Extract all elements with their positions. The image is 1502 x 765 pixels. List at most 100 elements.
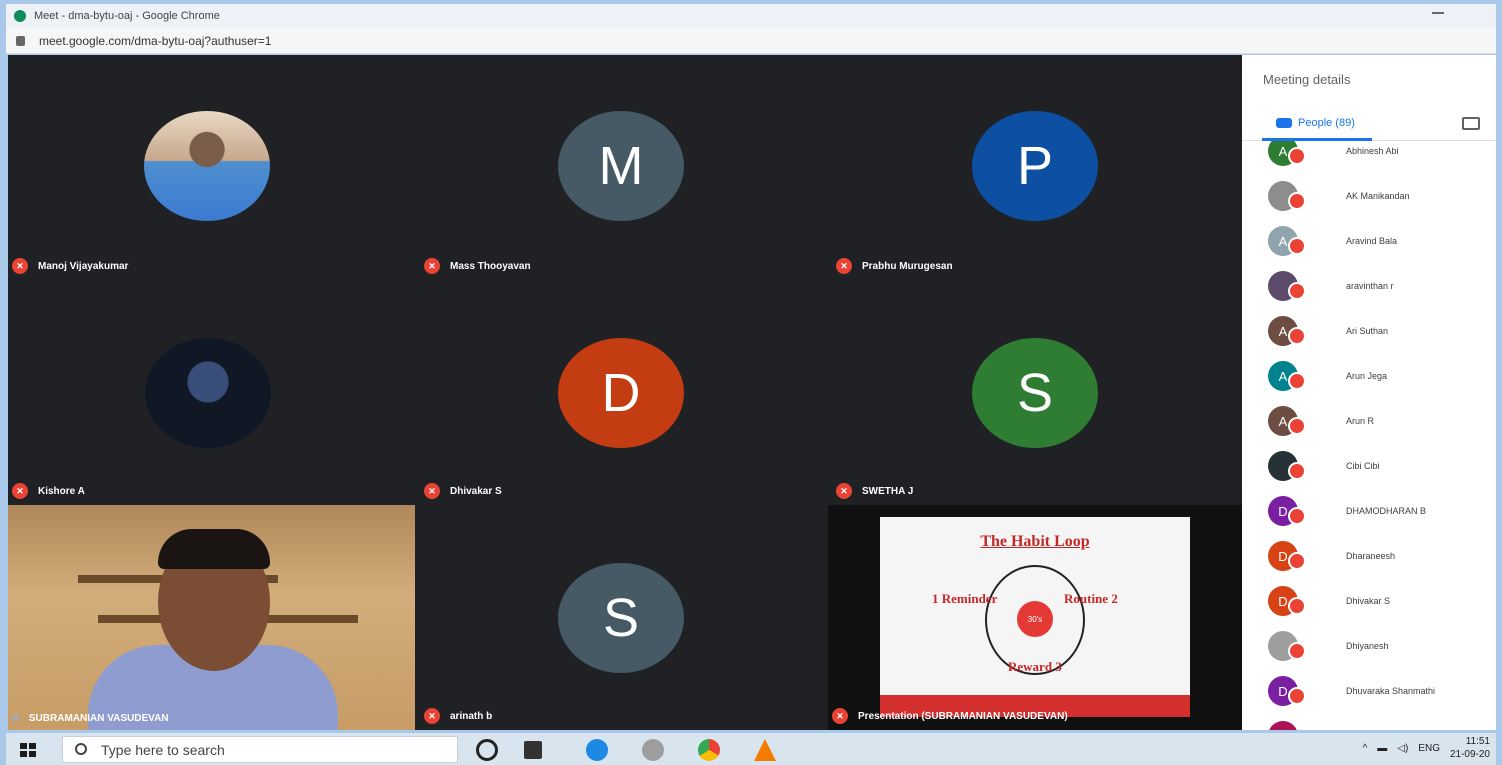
mic-off-icon: ✕ (836, 483, 852, 499)
mic-off-icon (1288, 462, 1306, 480)
tab-people[interactable]: People (89) (1276, 117, 1355, 129)
slide-title: The Habit Loop (980, 533, 1090, 550)
language-indicator[interactable]: ENG (1418, 743, 1440, 754)
participant-name: ✕ Prabhu Murugesan (836, 258, 953, 274)
panel-tabs: People (89) (1242, 113, 1496, 141)
participant-name: ıl· SUBRAMANIAN VASUDEVAN (12, 713, 169, 724)
slide-label-reminder: 1 Reminder (932, 591, 998, 606)
meet-favicon-icon (14, 10, 26, 22)
list-item[interactable]: A Arun Jega (1268, 358, 1488, 394)
taskbar-search-input[interactable]: Type here to search (62, 736, 458, 763)
mic-off-icon (1288, 552, 1306, 570)
list-item[interactable]: A Abhinesh Abi (1268, 141, 1488, 169)
mic-off-icon (1288, 327, 1306, 345)
volume-icon[interactable]: ◁) (1397, 743, 1408, 754)
mic-off-icon (1288, 507, 1306, 525)
mic-off-icon: ✕ (836, 258, 852, 274)
mic-off-icon (1288, 417, 1306, 435)
participant-name: ✕ SWETHA J (836, 483, 913, 499)
window-title: Meet - dma-bytu-oaj - Google Chrome (34, 10, 220, 22)
participant-name: AK Manikandan (1346, 191, 1410, 201)
participant-name: Dhuvaraka Shanmathi (1346, 686, 1436, 696)
windows-start-icon[interactable] (20, 743, 36, 757)
mic-off-icon (1288, 687, 1306, 705)
participant-name: ✕ Presentation (SUBRAMANIAN VASUDEVAN) (832, 708, 1068, 724)
participant-tile[interactable]: S ✕ arinath b (420, 505, 830, 730)
list-item[interactable]: D Dharaneesh (1268, 538, 1488, 574)
list-item[interactable]: Dhiyanesh (1268, 628, 1488, 664)
mic-off-icon (1288, 372, 1306, 390)
participant-name: ✕ arinath b (424, 708, 492, 724)
mic-off-icon (1288, 642, 1306, 660)
mic-off-icon (1288, 147, 1306, 165)
participant-name: ✕ Mass Thooyavan (424, 258, 531, 274)
people-list: A Abhinesh Abi AK Manikandan A Aravind Bala a… (1242, 141, 1496, 730)
avatar: S (972, 338, 1098, 448)
mic-off-icon: ✕ (12, 258, 28, 274)
list-item[interactable]: A Aravind Bala (1268, 223, 1488, 259)
participant-tile[interactable]: ✕ Kishore A (8, 280, 418, 505)
windows-taskbar: Type here to search ^ ▬ ◁) ENG 11:51 21-… (6, 733, 1496, 765)
cortana-icon[interactable] (476, 739, 498, 761)
vlc-icon[interactable] (754, 739, 776, 761)
minimize-button[interactable] (1432, 12, 1444, 14)
avatar: P (972, 111, 1098, 221)
list-item[interactable]: A Ari Suthan (1268, 313, 1488, 349)
participant-name: Dharaneesh (1346, 551, 1396, 561)
participant-tile[interactable]: S ✕ SWETHA J (832, 280, 1242, 505)
participant-tile[interactable]: D ✕ Dhivakar S (420, 280, 830, 505)
people-icon (1276, 118, 1292, 128)
list-item[interactable] (1268, 718, 1488, 730)
speaking-indicator-icon: ıl· (12, 713, 21, 724)
mic-off-icon: ✕ (832, 708, 848, 724)
app-icon[interactable] (642, 739, 664, 761)
list-item[interactable]: D Dhivakar S (1268, 583, 1488, 619)
participant-video-tile[interactable]: ıl· SUBRAMANIAN VASUDEVAN (8, 505, 415, 730)
edge-icon[interactable] (586, 739, 608, 761)
mic-off-icon: ✕ (12, 483, 28, 499)
avatar: D (558, 338, 684, 448)
list-item[interactable]: AK Manikandan (1268, 178, 1488, 214)
meet-video-grid: ✕ Manoj Vijayakumar M ✕ Mass Thooyavan P ✕… (8, 55, 1242, 730)
chat-icon[interactable] (1462, 117, 1480, 130)
mic-off-icon (1288, 237, 1306, 255)
participant-name: ✕ Manoj Vijayakumar (12, 258, 128, 274)
url-text[interactable]: meet.google.com/dma-bytu-oaj?authuser=1 (39, 34, 271, 48)
slide-label-reward: Reward 3 (1008, 659, 1062, 674)
participant-tile[interactable]: M ✕ Mass Thooyavan (420, 55, 830, 280)
mic-off-icon (1288, 192, 1306, 210)
system-tray: ^ ▬ ◁) ENG 11:51 21-09-20 (1363, 735, 1490, 761)
clock[interactable]: 11:51 21-09-20 (1450, 735, 1490, 761)
task-view-icon[interactable] (524, 741, 542, 759)
list-item[interactable]: D DHAMODHARAN B (1268, 493, 1488, 529)
list-item[interactable]: D Dhuvaraka Shanmathi (1268, 673, 1488, 709)
avatar (144, 111, 270, 221)
list-item[interactable]: Cibi Cibi (1268, 448, 1488, 484)
meeting-details-panel: Meeting details People (89) A Abhinesh Ab… (1242, 55, 1496, 730)
list-item[interactable]: A Arun R (1268, 403, 1488, 439)
participant-tile[interactable]: P ✕ Prabhu Murugesan (832, 55, 1242, 280)
mic-off-icon: ✕ (424, 483, 440, 499)
chevron-up-icon[interactable]: ^ (1363, 743, 1368, 754)
speaker-hair (158, 529, 270, 569)
loop-center: 30's (1017, 601, 1053, 637)
avatar: S (558, 563, 684, 673)
browser-titlebar: Meet - dma-bytu-oaj - Google Chrome (6, 4, 1496, 28)
network-icon[interactable]: ▬ (1377, 743, 1387, 754)
participant-name: ✕ Dhivakar S (424, 483, 502, 499)
presentation-slide: The Habit Loop 30's 1 Reminder Routine 2… (880, 517, 1190, 717)
participant-name: ✕ Kishore A (12, 483, 85, 499)
presentation-tile[interactable]: The Habit Loop 30's 1 Reminder Routine 2… (828, 505, 1242, 730)
avatar (145, 338, 271, 448)
mic-off-icon (1288, 282, 1306, 300)
participant-name: DHAMODHARAN B (1346, 506, 1427, 516)
address-bar[interactable]: meet.google.com/dma-bytu-oaj?authuser=1 (6, 28, 1496, 54)
avatar (1268, 721, 1298, 730)
mic-off-icon: ✕ (424, 708, 440, 724)
chrome-icon[interactable] (698, 739, 720, 761)
mic-off-icon (1288, 597, 1306, 615)
participant-tile[interactable]: ✕ Manoj Vijayakumar (8, 55, 418, 280)
list-item[interactable]: aravinthan r (1268, 268, 1488, 304)
participant-name: Abhinesh Abi (1346, 146, 1399, 156)
slide-label-routine: Routine 2 (1064, 591, 1118, 606)
